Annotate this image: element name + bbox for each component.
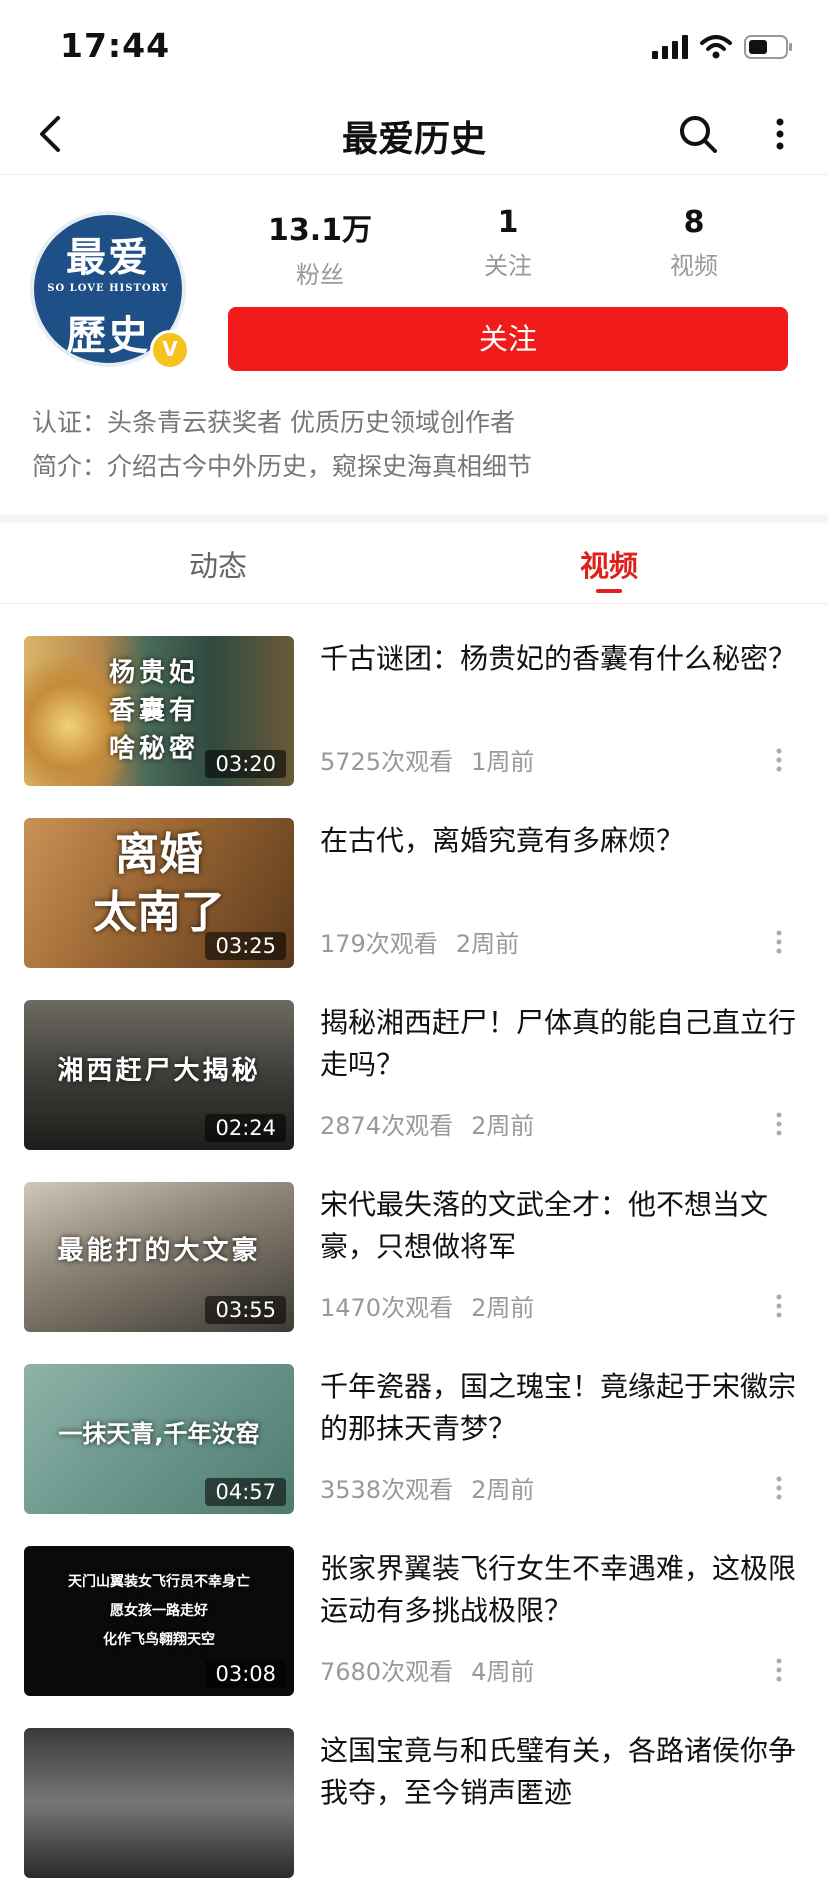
video-item[interactable]: 一抹天青,千年汝窑 04:57 千年瓷器，国之瑰宝！竟缘起于宋徽宗的那抹天青梦？… <box>0 1332 828 1514</box>
verified-badge: V <box>150 330 190 370</box>
more-vertical-icon <box>776 748 782 772</box>
video-title[interactable]: 宋代最失落的文武全才：他不想当文豪，只想做将军 <box>320 1184 806 1268</box>
video-more-button[interactable] <box>770 746 788 774</box>
follow-button[interactable]: 关注 <box>228 307 788 371</box>
more-vertical-icon <box>776 930 782 954</box>
stat-following[interactable]: 1 关注 <box>438 205 578 281</box>
video-more-button[interactable] <box>770 1656 788 1684</box>
video-duration: 03:20 <box>205 750 286 778</box>
video-list: 杨贵妃 香囊有 啥秘密 03:20 千古谜团：杨贵妃的香囊有什么秘密？ 5725… <box>0 604 828 1878</box>
more-vertical-icon <box>776 118 784 150</box>
video-item[interactable]: 湘西赶尸大揭秘 02:24 揭秘湘西赶尸！尸体真的能自己直立行走吗？ 2874次… <box>0 968 828 1150</box>
certification-text: 认证：头条青云获奖者 优质历史领域创作者 <box>32 408 515 437</box>
video-time: 1周前 <box>471 748 535 776</box>
stat-following-label: 关注 <box>484 252 532 280</box>
video-views: 5725次观看 <box>320 748 454 776</box>
more-vertical-icon <box>776 1658 782 1682</box>
video-duration: 03:25 <box>205 932 286 960</box>
search-icon <box>680 116 717 153</box>
thumbnail-caption: 天门山翼装女飞行员不幸身亡 愿女孩一路走好 化作飞鸟翱翔天空 <box>68 1574 250 1648</box>
video-more-button[interactable] <box>770 928 788 956</box>
video-item[interactable]: 天门山翼装女飞行员不幸身亡 愿女孩一路走好 化作飞鸟翱翔天空 03:08 张家界… <box>0 1514 828 1696</box>
video-title[interactable]: 张家界翼装飞行女生不幸遇难，这极限运动有多挑战极限？ <box>320 1548 806 1632</box>
more-vertical-icon <box>776 1476 782 1500</box>
profile-header: 最爱 SO LOVE HISTORY 歷史 V 13.1万 粉丝 1 关注 8 … <box>0 175 828 515</box>
video-views: 1470次观看 <box>320 1294 454 1322</box>
video-item[interactable]: 最能打的大文豪 03:55 宋代最失落的文武全才：他不想当文豪，只想做将军 14… <box>0 1150 828 1332</box>
video-item[interactable]: 杨贵妃 香囊有 啥秘密 03:20 千古谜团：杨贵妃的香囊有什么秘密？ 5725… <box>0 604 828 786</box>
thumbnail-caption: 一抹天青,千年汝窑 <box>58 1420 260 1448</box>
video-thumbnail[interactable]: 一抹天青,千年汝窑 04:57 <box>24 1364 294 1514</box>
video-title[interactable]: 这国宝竟与和氏璧有关，各路诸侯你争我夺，至今销声匿迹 <box>320 1730 806 1814</box>
signal-icon <box>652 35 688 59</box>
stat-following-value: 1 <box>497 205 519 240</box>
tab-bar: 动态 视频 <box>0 523 828 604</box>
video-duration: 03:08 <box>205 1660 286 1688</box>
video-meta: 7680次观看 4周前 <box>320 1652 552 1687</box>
thumbnail-caption: 离婚 太南了 <box>93 829 225 938</box>
video-thumbnail[interactable]: 湘西赶尸大揭秘 02:24 <box>24 1000 294 1150</box>
video-time: 2周前 <box>471 1476 535 1504</box>
video-meta: 2874次观看 2周前 <box>320 1106 552 1141</box>
status-icons <box>652 34 794 60</box>
stat-followers-label: 粉丝 <box>296 261 344 289</box>
video-meta: 3538次观看 2周前 <box>320 1470 552 1505</box>
more-options-button[interactable] <box>762 112 798 156</box>
video-duration: 02:24 <box>205 1114 286 1142</box>
video-time: 2周前 <box>471 1112 535 1140</box>
avatar-title-top: 最爱 <box>66 234 150 281</box>
video-thumbnail[interactable] <box>24 1728 294 1878</box>
nav-bar: 最爱历史 <box>0 96 828 175</box>
tab-activity[interactable]: 动态 <box>118 543 318 585</box>
video-meta: 1470次观看 2周前 <box>320 1288 552 1323</box>
stat-videos[interactable]: 8 视频 <box>624 205 764 281</box>
video-views: 2874次观看 <box>320 1112 454 1140</box>
more-vertical-icon <box>776 1112 782 1136</box>
video-views: 3538次观看 <box>320 1476 454 1504</box>
video-duration: 04:57 <box>205 1478 286 1506</box>
stat-followers-value: 13.1万 <box>267 213 373 248</box>
thumbnail-caption: 最能打的大文豪 <box>57 1236 261 1266</box>
wifi-icon <box>700 35 732 59</box>
thumbnail-caption: 杨贵妃 香囊有 啥秘密 <box>108 658 199 764</box>
video-time: 2周前 <box>455 930 520 958</box>
video-item[interactable]: 这国宝竟与和氏璧有关，各路诸侯你争我夺，至今销声匿迹 <box>0 1696 828 1878</box>
video-title[interactable]: 千年瓷器，国之瑰宝！竟缘起于宋徽宗的那抹天青梦？ <box>320 1366 806 1450</box>
intro-text: 简介：介绍古今中外历史，窥探史海真相细节 <box>32 452 533 481</box>
tab-videos[interactable]: 视频 <box>509 543 709 585</box>
video-title[interactable]: 千古谜团：杨贵妃的香囊有什么秘密？ <box>320 638 806 680</box>
video-item[interactable]: 离婚 太南了 03:25 在古代，离婚究竟有多麻烦？ 179次观看 2周前 <box>0 786 828 968</box>
video-thumbnail[interactable]: 天门山翼装女飞行员不幸身亡 愿女孩一路走好 化作飞鸟翱翔天空 03:08 <box>24 1546 294 1696</box>
stat-videos-label: 视频 <box>670 252 718 280</box>
video-meta: 179次观看 2周前 <box>320 924 537 959</box>
video-time: 2周前 <box>471 1294 535 1322</box>
video-thumbnail[interactable]: 离婚 太南了 03:25 <box>24 818 294 968</box>
video-more-button[interactable] <box>770 1474 788 1502</box>
video-views: 7680次观看 <box>320 1658 454 1686</box>
video-title[interactable]: 揭秘湘西赶尸！尸体真的能自己直立行走吗？ <box>320 1002 806 1086</box>
video-thumbnail[interactable]: 杨贵妃 香囊有 啥秘密 03:20 <box>24 636 294 786</box>
video-duration: 03:55 <box>205 1296 286 1324</box>
avatar-subtitle: SO LOVE HISTORY <box>47 283 169 294</box>
more-vertical-icon <box>776 1294 782 1318</box>
thumbnail-caption: 湘西赶尸大揭秘 <box>57 1056 261 1086</box>
video-thumbnail[interactable]: 最能打的大文豪 03:55 <box>24 1182 294 1332</box>
battery-icon <box>744 35 792 59</box>
status-time: 17:44 <box>60 26 171 65</box>
video-meta: 5725次观看 1周前 <box>320 742 552 777</box>
active-tab-indicator <box>596 589 622 593</box>
stat-videos-value: 8 <box>683 205 705 240</box>
video-more-button[interactable] <box>770 1110 788 1138</box>
section-divider <box>0 515 828 523</box>
video-more-button[interactable] <box>770 1292 788 1320</box>
stat-followers[interactable]: 13.1万 粉丝 <box>250 205 390 290</box>
search-button[interactable] <box>676 112 720 156</box>
video-time: 4周前 <box>471 1658 535 1686</box>
video-title[interactable]: 在古代，离婚究竟有多麻烦？ <box>320 820 806 862</box>
status-bar: 17:44 <box>0 0 828 96</box>
video-views: 179次观看 <box>320 930 438 958</box>
